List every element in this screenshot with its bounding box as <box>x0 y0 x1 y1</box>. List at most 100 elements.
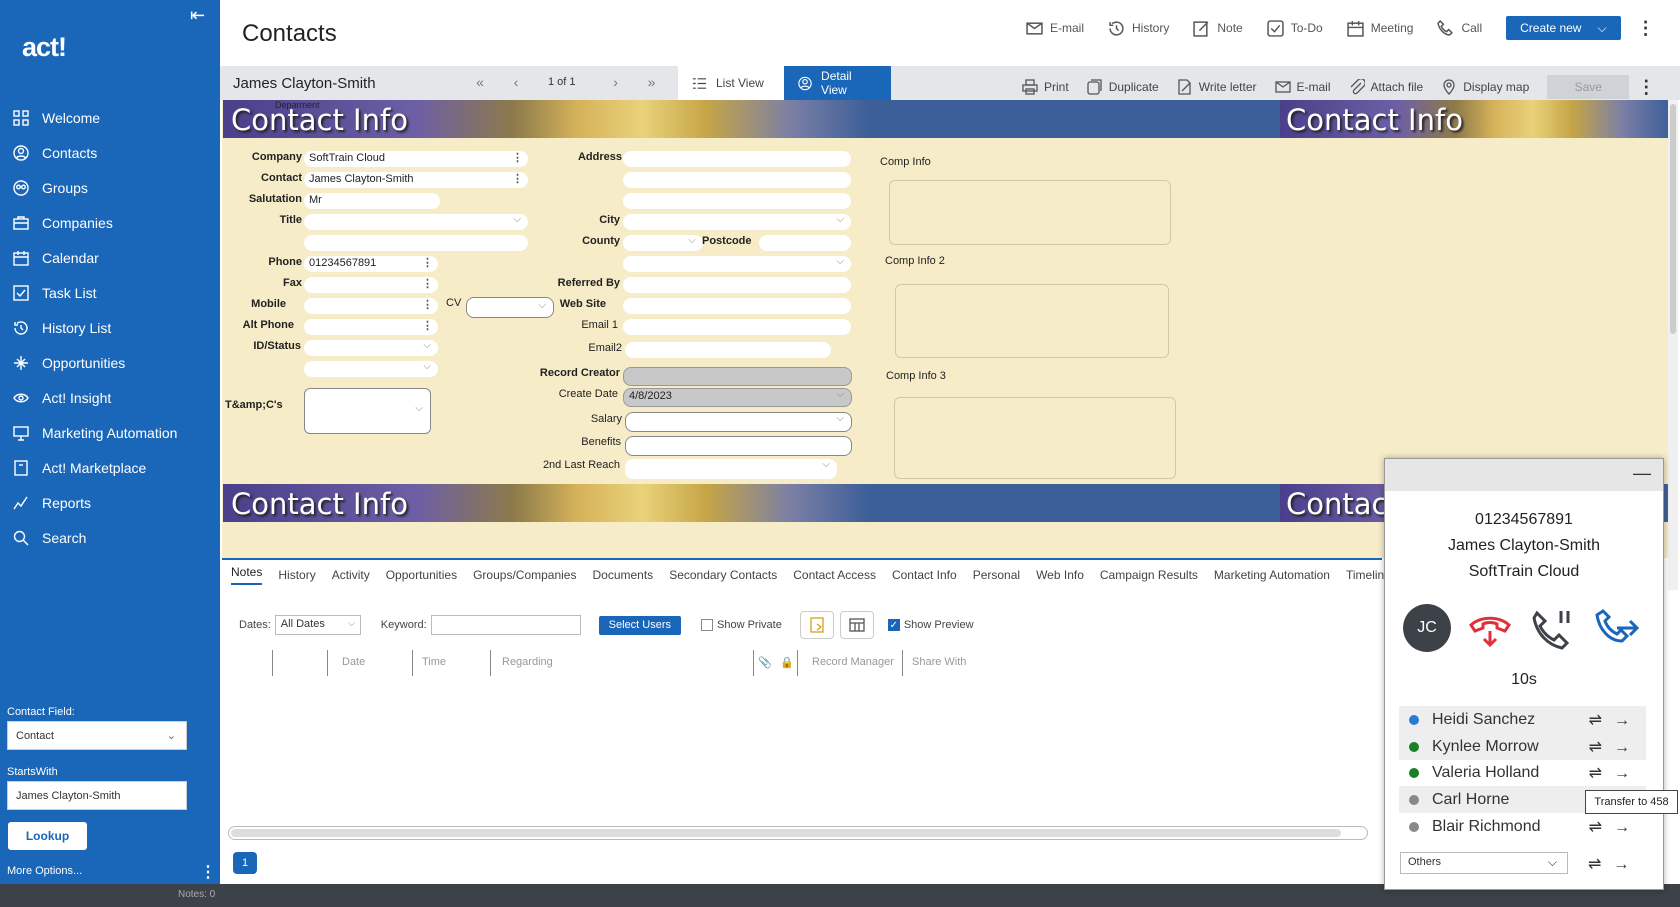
id-status-extra-field[interactable]: ⌵ <box>304 361 438 377</box>
note-action[interactable]: Note <box>1193 20 1243 37</box>
lookup-button[interactable]: Lookup <box>8 822 87 850</box>
agent-row[interactable]: Valeria Holland ⇌→ <box>1399 759 1646 786</box>
todo-action[interactable]: To-Do <box>1267 19 1323 37</box>
form-vertical-scrollbar[interactable] <box>1668 100 1678 590</box>
write-letter-action[interactable]: Write letter <box>1177 79 1257 95</box>
sidebar-item-contacts[interactable]: Contacts <box>0 135 220 170</box>
print-action[interactable]: Print <box>1022 79 1069 95</box>
tab-contact-access[interactable]: Contact Access <box>793 568 876 582</box>
sidebar-item-act-insight[interactable]: Act! Insight <box>0 380 220 415</box>
field-menu-icon[interactable]: ⋮ <box>512 172 523 185</box>
export-button[interactable] <box>799 611 834 639</box>
attach-file-action[interactable]: Attach file <box>1349 79 1423 95</box>
column-divider[interactable] <box>902 650 903 676</box>
title-extra-field[interactable] <box>304 235 528 251</box>
phone-field[interactable]: 01234567891 ⋮ <box>304 256 438 272</box>
agent-row[interactable]: Heidi Sanchez ⇌→ <box>1399 706 1646 733</box>
email-action[interactable]: E-mail <box>1026 20 1084 37</box>
sidebar-item-welcome[interactable]: Welcome <box>0 100 220 135</box>
tab-secondary-contacts[interactable]: Secondary Contacts <box>669 568 777 582</box>
record-kebab-icon[interactable]: ⋮ <box>1637 77 1655 98</box>
column-divider[interactable] <box>272 650 273 676</box>
call-action[interactable]: Call <box>1437 19 1482 37</box>
web-site-field[interactable] <box>623 298 851 314</box>
tab-groups-companies[interactable]: Groups/Companies <box>473 568 576 582</box>
column-divider[interactable] <box>490 650 491 676</box>
column-divider[interactable] <box>412 650 413 676</box>
agent-row[interactable]: Blair Richmond ⇌→ <box>1399 813 1646 840</box>
column-divider[interactable] <box>327 650 328 676</box>
prev-record-icon[interactable]: ‹ <box>504 74 528 90</box>
tab-web-info[interactable]: Web Info <box>1036 568 1084 582</box>
transfer-actions[interactable]: ⇌→ <box>1589 737 1642 757</box>
company-field[interactable]: SoftTrain Cloud ⋮ <box>304 151 528 167</box>
dates-select[interactable]: All Dates ⌵ <box>274 615 361 635</box>
record-email-action[interactable]: E-mail <box>1274 79 1331 95</box>
select-users-button[interactable]: Select Users <box>598 615 682 635</box>
tab-history[interactable]: History <box>278 568 315 582</box>
sidebar-item-opportunities[interactable]: Opportunities <box>0 345 220 380</box>
hold-icon[interactable] <box>1531 605 1581 651</box>
list-view-tab[interactable]: List View <box>678 66 784 100</box>
city-field[interactable]: ⌵ <box>623 214 851 230</box>
more-options-link[interactable]: More Options... <box>7 865 82 877</box>
contact-field-select[interactable]: Contact ⌄ <box>7 721 187 750</box>
create-new-button[interactable]: Create new ⌵ <box>1506 16 1621 40</box>
transfer-actions[interactable]: ⇌→ <box>1589 710 1642 730</box>
column-header-date[interactable]: Date <box>342 656 365 668</box>
tab-marketing-automation[interactable]: Marketing Automation <box>1214 568 1330 582</box>
field-menu-icon[interactable]: ⋮ <box>422 319 433 332</box>
collapse-sidebar-icon[interactable]: ⇤ <box>190 6 214 26</box>
tcs-field[interactable]: ⌵ <box>304 388 431 434</box>
title-field[interactable]: ⌵ <box>304 214 528 230</box>
column-header-record-manager[interactable]: Record Manager <box>812 656 894 668</box>
next-record-icon[interactable]: › <box>604 74 628 90</box>
field-menu-icon[interactable]: ⋮ <box>422 298 433 311</box>
salutation-field[interactable]: Mr <box>304 193 440 209</box>
transfer-actions[interactable]: ⇌→ <box>1589 817 1642 837</box>
page-number-badge[interactable]: 1 <box>233 852 257 874</box>
sidebar-kebab-icon[interactable]: ⋮ <box>200 862 216 882</box>
county-field[interactable]: ⌵ <box>623 235 703 251</box>
last-record-icon[interactable]: » <box>640 74 664 90</box>
benefits-field[interactable] <box>625 436 852 456</box>
tab-notes[interactable]: Notes <box>231 565 263 585</box>
column-divider[interactable] <box>797 650 798 676</box>
contact-field[interactable]: James Clayton-Smith ⋮ <box>304 172 528 188</box>
display-map-action[interactable]: Display map <box>1441 79 1529 95</box>
notes-horizontal-scrollbar[interactable] <box>228 826 1368 840</box>
alt-phone-field[interactable]: ⋮ <box>304 319 438 335</box>
email2-field[interactable] <box>625 342 831 358</box>
email1-field[interactable] <box>623 319 851 335</box>
field-menu-icon[interactable]: ⋮ <box>422 277 433 290</box>
sidebar-item-marketing-automation[interactable]: Marketing Automation <box>0 415 220 450</box>
sidebar-item-act-marketplace[interactable]: Act! Marketplace <box>0 450 220 485</box>
history-action[interactable]: History <box>1108 20 1169 37</box>
transfer-call-icon[interactable] <box>1595 605 1645 651</box>
comp-info-field[interactable] <box>889 180 1171 245</box>
column-header-regarding[interactable]: Regarding <box>502 656 553 668</box>
others-select[interactable]: Others ⌵ <box>1400 852 1568 874</box>
minimize-icon[interactable]: — <box>1633 463 1651 484</box>
comp-info3-field[interactable] <box>894 397 1176 479</box>
keyword-input[interactable] <box>430 615 581 635</box>
fax-field[interactable]: ⋮ <box>304 277 438 293</box>
sidebar-item-companies[interactable]: Companies <box>0 205 220 240</box>
transfer-actions[interactable]: ⇌→ <box>1588 854 1641 874</box>
agent-row[interactable]: Kynlee Morrow ⇌→ <box>1399 733 1646 760</box>
sidebar-item-task-list[interactable]: Task List <box>0 275 220 310</box>
address-line3-field[interactable] <box>623 193 851 209</box>
columns-button[interactable] <box>839 611 874 639</box>
tab-contact-info[interactable]: Contact Info <box>892 568 957 582</box>
hangup-icon[interactable] <box>1467 605 1517 651</box>
last-reach-field[interactable]: ⌵ <box>625 459 837 479</box>
referred-by-field[interactable] <box>623 277 851 293</box>
show-preview-checkbox[interactable]: ✓ <box>887 619 900 631</box>
duplicate-action[interactable]: Duplicate <box>1087 79 1159 95</box>
first-record-icon[interactable]: « <box>468 74 492 90</box>
scroll-thumb[interactable] <box>231 829 1341 837</box>
sidebar-item-groups[interactable]: Groups <box>0 170 220 205</box>
header-kebab-icon[interactable]: ⋮ <box>1637 18 1655 39</box>
tab-timeline[interactable]: Timelin <box>1346 568 1384 582</box>
id-status-field[interactable]: ⌵ <box>304 340 438 356</box>
